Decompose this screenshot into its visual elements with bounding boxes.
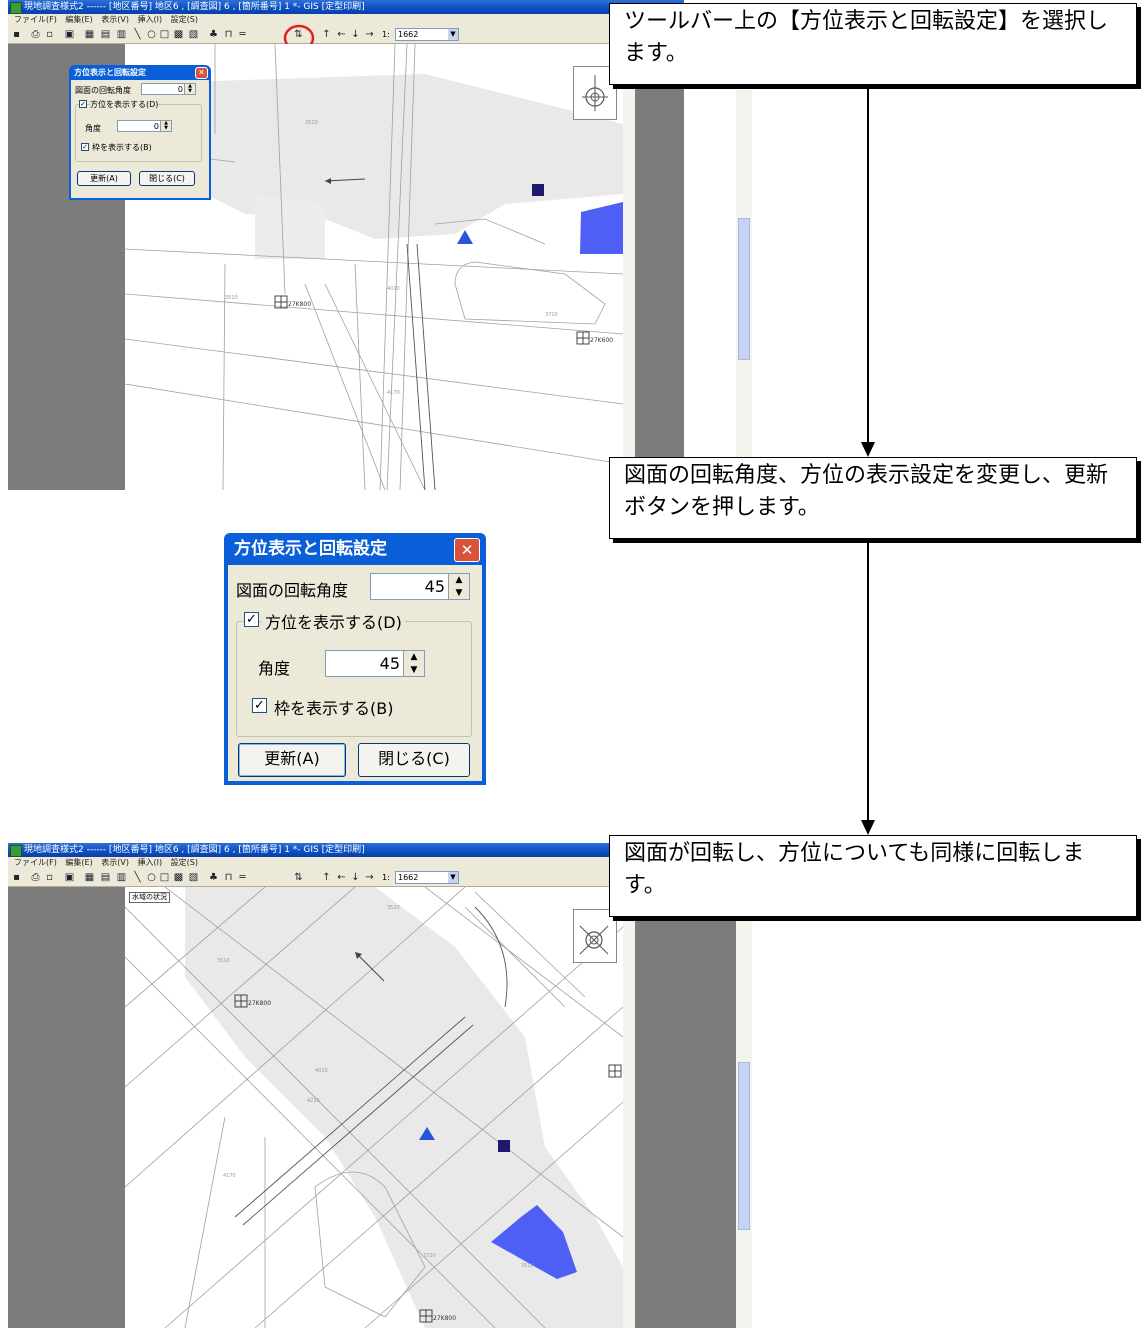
callout-step1: ツールバー上の【方位表示と回転設定】を選択します。 — [609, 3, 1137, 85]
callout-step3: 図面が回転し、方位についても同様に回転します。 — [609, 835, 1137, 917]
callout-step2: 図面の回転角度、方位の表示設定を変更し、更新ボタンを押します。 — [609, 457, 1137, 539]
flow-arrows — [861, 88, 875, 835]
